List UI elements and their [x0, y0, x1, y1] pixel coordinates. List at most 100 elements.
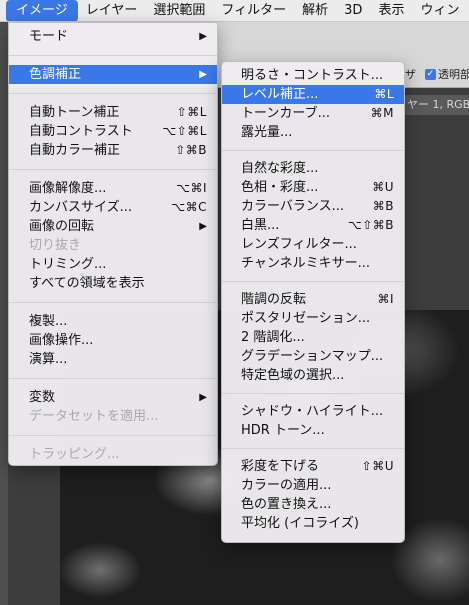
adjustments-submenu: 明るさ・コントラスト... レベル補正... ⌘L トーンカーブ... ⌘M 露…: [221, 61, 405, 543]
transparent-checkbox[interactable]: ✓ 透明部: [425, 66, 469, 82]
menu-item-apply-image[interactable]: 画像操作...: [9, 331, 217, 350]
menu-item-shortcut: ⇧⌘U: [361, 459, 394, 473]
menu-item-hdr-toning[interactable]: HDR トーン...: [222, 421, 404, 440]
menubar-item-filter[interactable]: フィルター: [213, 0, 294, 21]
menu-item-canvas-size[interactable]: カンバスサイズ... ⌥⌘C: [9, 198, 217, 217]
menu-item-auto-color[interactable]: 自動カラー補正 ⇧⌘B: [9, 141, 217, 160]
menu-item-black-white[interactable]: 白黒... ⌥⇧⌘B: [222, 216, 404, 235]
menu-item-label: 平均化 (イコライズ): [241, 516, 359, 531]
menu-item-lens-filter[interactable]: レンズフィルター...: [222, 235, 404, 254]
menu-item-mode[interactable]: モード ▶: [9, 27, 217, 46]
menubar-item-3d[interactable]: 3D: [336, 0, 370, 21]
menu-item-shortcut: ⌥⇧⌘B: [347, 218, 394, 232]
menu-item-variables[interactable]: 変数 ▶: [9, 388, 217, 407]
menu-item-label: トーンカーブ...: [241, 106, 330, 121]
menu-item-label: 画像の回転: [29, 219, 95, 234]
menu-item-label: 複製...: [29, 314, 68, 329]
menu-item-label: 色の置き換え...: [241, 497, 332, 512]
document-tab[interactable]: ヤー 1, RGB: [395, 95, 469, 115]
menubar-item-window[interactable]: ウィン: [412, 0, 467, 21]
menu-item-posterize[interactable]: ポスタリゼーション...: [222, 309, 404, 328]
menu-item-label: モード: [29, 29, 69, 44]
menu-item-color-balance[interactable]: カラーバランス... ⌘B: [222, 197, 404, 216]
menu-item-replace-color[interactable]: 色の置き換え...: [222, 495, 404, 514]
menubar-item-layer[interactable]: レイヤー: [78, 0, 146, 21]
menu-item-gradient-map[interactable]: グラデーションマップ...: [222, 347, 404, 366]
options-bar-text: ザ: [405, 68, 416, 81]
menu-item-label: すべての領域を表示: [29, 276, 145, 291]
menu-item-label: レベル補正...: [241, 87, 319, 102]
menu-item-label: トリミング...: [29, 257, 107, 272]
menu-separator: [222, 150, 404, 151]
menu-item-selective-color[interactable]: 特定色域の選択...: [222, 366, 404, 385]
menu-item-shortcut: ⌥⇧⌘L: [162, 124, 207, 138]
menu-separator: [222, 281, 404, 282]
menu-item-label: HDR トーン...: [241, 423, 325, 438]
menu-separator: [9, 378, 217, 379]
menu-item-brightness-contrast[interactable]: 明るさ・コントラスト...: [222, 66, 404, 85]
transparent-checkbox-label: 透明部: [438, 68, 469, 81]
menu-item-label: 自動カラー補正: [29, 143, 121, 158]
menu-item-desaturate[interactable]: 彩度を下げる ⇧⌘U: [222, 457, 404, 476]
menu-item-label: 白黒...: [241, 218, 280, 233]
submenu-arrow-icon: ▶: [199, 31, 207, 42]
menu-item-label: レンズフィルター...: [241, 237, 357, 252]
menu-item-label: グラデーションマップ...: [241, 349, 384, 364]
menu-item-label: 演算...: [29, 352, 68, 367]
menu-item-curves[interactable]: トーンカーブ... ⌘M: [222, 104, 404, 123]
menu-item-exposure[interactable]: 露光量...: [222, 123, 404, 142]
menu-item-label: データセットを適用...: [29, 409, 159, 424]
menu-item-shortcut: ⇧⌘B: [175, 143, 207, 157]
menu-item-label: 切り抜き: [29, 238, 82, 253]
checkbox-checked-icon: ✓: [425, 68, 436, 80]
menu-item-invert[interactable]: 階調の反転 ⌘I: [222, 290, 404, 309]
menu-item-auto-contrast[interactable]: 自動コントラスト ⌥⇧⌘L: [9, 122, 217, 141]
menu-item-label: 彩度を下げる: [241, 459, 320, 474]
menu-item-label: 画像操作...: [29, 333, 94, 348]
menu-item-calculations[interactable]: 演算...: [9, 350, 217, 369]
menu-separator: [9, 302, 217, 303]
menu-item-label: カラーバランス...: [241, 199, 345, 214]
menu-item-shortcut: ⌘M: [370, 106, 394, 120]
menu-item-trim[interactable]: トリミング...: [9, 255, 217, 274]
menu-item-label: 画像解像度...: [29, 181, 107, 196]
menu-separator: [222, 448, 404, 449]
menu-item-match-color[interactable]: カラーの適用...: [222, 476, 404, 495]
menu-item-label: 階調の反転: [241, 292, 307, 307]
menu-item-image-size[interactable]: 画像解像度... ⌥⌘I: [9, 179, 217, 198]
menu-item-apply-data-set: データセットを適用...: [9, 407, 217, 426]
menu-item-shortcut: ⌘U: [372, 180, 394, 194]
menu-separator: [222, 393, 404, 394]
menu-item-threshold[interactable]: 2 階調化...: [222, 328, 404, 347]
menu-item-label: ポスタリゼーション...: [241, 311, 371, 326]
submenu-arrow-icon: ▶: [199, 392, 207, 403]
menu-item-crop: 切り抜き: [9, 236, 217, 255]
menu-item-image-rotation[interactable]: 画像の回転 ▶: [9, 217, 217, 236]
menu-item-label: 自然な彩度...: [241, 161, 319, 176]
menu-item-duplicate[interactable]: 複製...: [9, 312, 217, 331]
menu-item-shortcut: ⌥⌘C: [171, 200, 207, 214]
menu-item-hue-saturation[interactable]: 色相・彩度... ⌘U: [222, 178, 404, 197]
menu-item-label: 色相・彩度...: [241, 180, 319, 195]
menubar-item-analysis[interactable]: 解析: [294, 0, 336, 21]
menu-item-auto-tone[interactable]: 自動トーン補正 ⇧⌘L: [9, 103, 217, 122]
menu-item-label: 自動コントラスト: [29, 124, 133, 139]
menu-item-reveal-all[interactable]: すべての領域を表示: [9, 274, 217, 293]
menubar-item-view[interactable]: 表示: [370, 0, 412, 21]
menu-item-levels[interactable]: レベル補正... ⌘L: [222, 85, 404, 104]
menu-item-label: 変数: [29, 390, 56, 405]
menu-item-label: カンバスサイズ...: [29, 200, 133, 215]
menu-item-label: 露光量...: [241, 125, 293, 140]
menu-item-shortcut: ⌘I: [377, 292, 394, 306]
submenu-arrow-icon: ▶: [199, 69, 207, 80]
menu-item-vibrance[interactable]: 自然な彩度...: [222, 159, 404, 178]
menubar-item-select[interactable]: 選択範囲: [145, 0, 213, 21]
menu-item-equalize[interactable]: 平均化 (イコライズ): [222, 514, 404, 533]
menu-item-adjustments[interactable]: 色調補正 ▶: [9, 65, 217, 84]
tools-panel-edge: [0, 22, 8, 605]
menu-separator: [9, 435, 217, 436]
menu-item-shadows-highlights[interactable]: シャドウ・ハイライト...: [222, 402, 404, 421]
menu-item-channel-mixer[interactable]: チャンネルミキサー...: [222, 254, 404, 273]
menu-item-label: シャドウ・ハイライト...: [241, 404, 384, 419]
menubar-item-image[interactable]: イメージ: [6, 0, 78, 21]
